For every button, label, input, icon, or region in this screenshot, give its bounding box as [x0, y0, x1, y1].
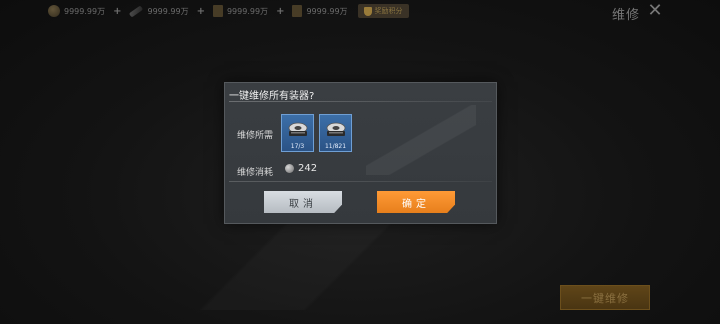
- repair-confirm-dialog: 一键维修所有装器? 维修所需 17/3 11/821 维修消耗 242 取消 确…: [224, 82, 497, 224]
- reward-points-button[interactable]: 奖励积分: [357, 4, 409, 18]
- resource-rifle[interactable]: 9999.99万: [129, 4, 189, 18]
- reward-points-label: 奖励积分: [374, 7, 403, 15]
- item-count: 17/3: [290, 143, 305, 150]
- resource-value: 9999.99万: [226, 6, 269, 16]
- currency-bar: 9999.99万 + 9999.99万 + 9999.99万 + 9999.99…: [48, 0, 428, 22]
- cancel-button[interactable]: 取消: [264, 191, 342, 213]
- cost-value: 242: [298, 163, 318, 174]
- resource-value: 9999.99万: [306, 6, 348, 16]
- resource-medkit[interactable]: 9999.99万: [212, 5, 269, 17]
- required-label: 维修所需: [237, 131, 274, 141]
- required-item[interactable]: 11/821: [319, 114, 352, 152]
- repair-part-icon: [326, 122, 346, 136]
- cost-display: 242: [285, 163, 317, 174]
- gold-coin-icon: [48, 5, 60, 17]
- repair-all-button[interactable]: 一键维修: [560, 285, 650, 310]
- silver-coin-icon: [285, 164, 294, 173]
- medal-icon: [292, 5, 303, 17]
- dialog-title: 一键维修所有装器?: [229, 91, 315, 102]
- resource-gold[interactable]: 9999.99万: [48, 5, 105, 17]
- add-icon[interactable]: +: [197, 6, 205, 17]
- cost-label: 维修消耗: [237, 168, 274, 178]
- resource-value: 9999.99万: [64, 6, 106, 16]
- item-count: 11/821: [324, 143, 347, 150]
- confirm-button[interactable]: 确定: [377, 191, 455, 213]
- close-icon[interactable]: ✕: [646, 2, 664, 20]
- divider: [229, 101, 492, 102]
- resource-value: 9999.99万: [147, 6, 189, 16]
- shield-icon: [363, 6, 372, 16]
- resource-medal[interactable]: 9999.99万: [292, 5, 348, 17]
- medkit-icon: [212, 5, 223, 17]
- required-item[interactable]: 17/3: [281, 114, 314, 152]
- dialog-decoration: [366, 105, 476, 175]
- repair-part-icon: [288, 122, 308, 136]
- page-title: 维修: [611, 8, 640, 23]
- rifle-icon: [129, 4, 144, 18]
- add-icon[interactable]: +: [113, 6, 121, 17]
- divider: [229, 181, 492, 182]
- add-icon[interactable]: +: [276, 6, 284, 17]
